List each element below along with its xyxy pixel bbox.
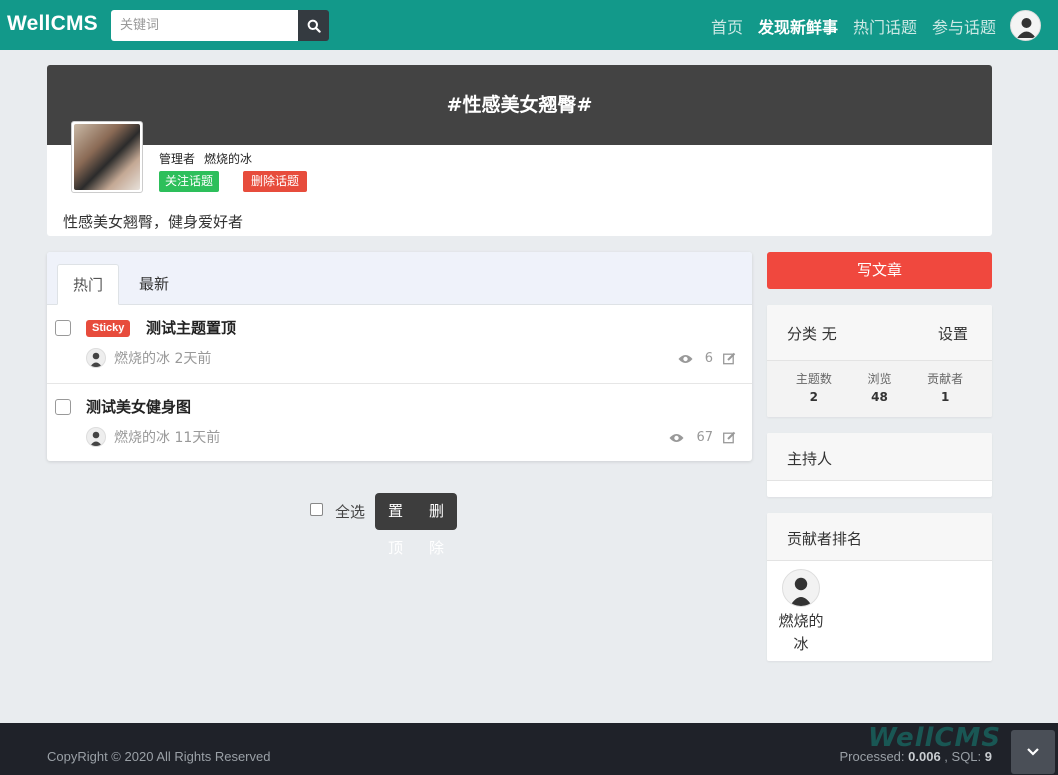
thread-subject[interactable]: 测试美女健身图 — [86, 396, 191, 417]
thread-time: 11天前 — [174, 430, 221, 446]
delete-topic-button[interactable]: 删除话题 — [243, 171, 308, 192]
bulk-button-group: 置顶 删除 — [375, 493, 458, 557]
bulk-delete-button[interactable]: 删除 — [416, 493, 457, 557]
cover-photo — [74, 124, 140, 190]
host-card: 主持人 — [767, 433, 992, 497]
search-button[interactable] — [298, 10, 329, 41]
category-label: 分类 无 — [787, 325, 837, 343]
thread-subject[interactable]: 测试主题置顶 — [146, 317, 236, 338]
nav-link-home[interactable]: 首页 — [711, 14, 743, 38]
author-avatar[interactable] — [86, 427, 106, 447]
eye-icon — [669, 433, 684, 442]
view-count: 67 — [696, 430, 713, 445]
user-icon — [1017, 18, 1036, 38]
thread-time: 2天前 — [174, 351, 212, 367]
view-count: 6 — [704, 351, 713, 366]
author-avatar[interactable] — [86, 348, 106, 368]
thread-stats: 67 — [669, 430, 736, 445]
contributor-item[interactable]: 燃烧的冰 — [777, 569, 825, 656]
thread-checkbox[interactable] — [55, 399, 71, 415]
select-all-label[interactable]: 全选 — [335, 501, 365, 522]
host-header: 主持人 — [767, 433, 992, 481]
stat-value: 1 — [940, 390, 950, 404]
edit-icon[interactable] — [723, 431, 736, 444]
stat-value: 48 — [871, 390, 888, 404]
thread-tabs: 热门 最新 — [47, 252, 752, 305]
nav-link-hot-topics[interactable]: 热门话题 — [853, 14, 917, 38]
follow-topic-button[interactable]: 关注话题 — [159, 171, 220, 192]
nav-link-discover[interactable]: 发现新鲜事 — [758, 14, 838, 38]
thread-meta: 燃烧的冰 2天前 — [86, 348, 211, 368]
thread-row: Sticky 测试主题置顶 燃烧的冰 2天前 6 — [47, 305, 752, 384]
stat-value: 2 — [809, 390, 818, 404]
settings-link[interactable]: 设置 — [938, 323, 968, 344]
footer: CopyRight © 2020 All Rights Reserved Pro… — [0, 723, 1058, 775]
thread-author[interactable]: 燃烧的冰 — [114, 427, 170, 447]
thread-checkbox[interactable] — [55, 320, 71, 336]
manager-label: 管理者 — [159, 152, 196, 166]
wellcms-watermark: WellCMS — [868, 723, 1002, 753]
stat-label: 贡献者 — [927, 372, 964, 386]
contributor-avatar[interactable] — [782, 569, 820, 607]
search-icon — [307, 19, 321, 33]
host-title: 主持人 — [787, 450, 833, 468]
topic-cover-image — [71, 121, 143, 193]
user-icon — [790, 577, 812, 606]
thread-row: 测试美女健身图 燃烧的冰 11天前 67 — [47, 384, 752, 461]
topic-title: #性感美女翘臀# — [446, 94, 593, 116]
stat-contributors: 贡献者 1 — [917, 361, 973, 417]
thread-stats: 6 — [678, 351, 736, 366]
nav-links: 首页 发现新鲜事 热门话题 参与话题 — [711, 14, 996, 38]
write-article-button[interactable]: 写文章 — [767, 252, 992, 289]
nav-link-joined-topics[interactable]: 参与话题 — [932, 14, 996, 38]
eye-icon — [678, 354, 693, 363]
thread-list-card: 热门 最新 Sticky 测试主题置顶 燃烧的冰 2天前 6 测试美女健身图 燃… — [47, 252, 752, 461]
topic-info-card: 分类 无 设置 主题数 2 浏览 48 贡献者 1 — [767, 305, 992, 417]
stat-label: 主题数 — [795, 372, 832, 386]
user-icon — [90, 352, 102, 367]
contributor-rank-card: 贡献者排名 燃烧的冰 — [767, 513, 992, 661]
thread-author[interactable]: 燃烧的冰 — [114, 348, 170, 368]
topic-info-header: 分类 无 设置 — [767, 305, 992, 361]
topic-manager: 管理者 燃烧的冰 — [159, 150, 252, 167]
topic-description: 性感美女翘臀，健身爱好者 — [63, 213, 244, 231]
topic-banner: #性感美女翘臀# — [47, 65, 992, 145]
topic-stats: 主题数 2 浏览 48 贡献者 1 — [767, 361, 992, 417]
user-avatar[interactable] — [1010, 10, 1041, 41]
tab-hot[interactable]: 热门 — [57, 264, 120, 305]
contributor-rank-title: 贡献者排名 — [787, 530, 863, 548]
stat-threads: 主题数 2 — [786, 361, 842, 417]
sticky-badge: Sticky — [86, 320, 131, 337]
chevron-down-icon — [1027, 748, 1039, 756]
stat-label: 浏览 — [867, 372, 892, 386]
contributor-rank-header: 贡献者排名 — [767, 513, 992, 561]
top-navbar: WellCMS 首页 发现新鲜事 热门话题 参与话题 — [0, 0, 1058, 50]
brand-logo[interactable]: WellCMS — [7, 12, 98, 36]
edit-icon[interactable] — [723, 352, 736, 365]
manager-name[interactable]: 燃烧的冰 — [204, 152, 252, 166]
tab-latest[interactable]: 最新 — [124, 264, 184, 305]
user-icon — [90, 431, 102, 446]
contributor-name[interactable]: 燃烧的冰 — [777, 610, 825, 656]
copyright-text: CopyRight © 2020 All Rights Reserved — [47, 749, 271, 764]
stat-views: 浏览 48 — [851, 361, 907, 417]
scroll-to-top-button[interactable] — [1011, 730, 1055, 774]
search-input[interactable] — [111, 10, 298, 41]
select-all-checkbox[interactable] — [310, 503, 323, 516]
topic-header-card: #性感美女翘臀# 管理者 燃烧的冰 关注话题 删除话题 性感美女翘臀，健身爱好者 — [47, 65, 992, 236]
search-box — [111, 10, 329, 41]
pin-button[interactable]: 置顶 — [375, 493, 416, 557]
thread-meta: 燃烧的冰 11天前 — [86, 427, 220, 447]
